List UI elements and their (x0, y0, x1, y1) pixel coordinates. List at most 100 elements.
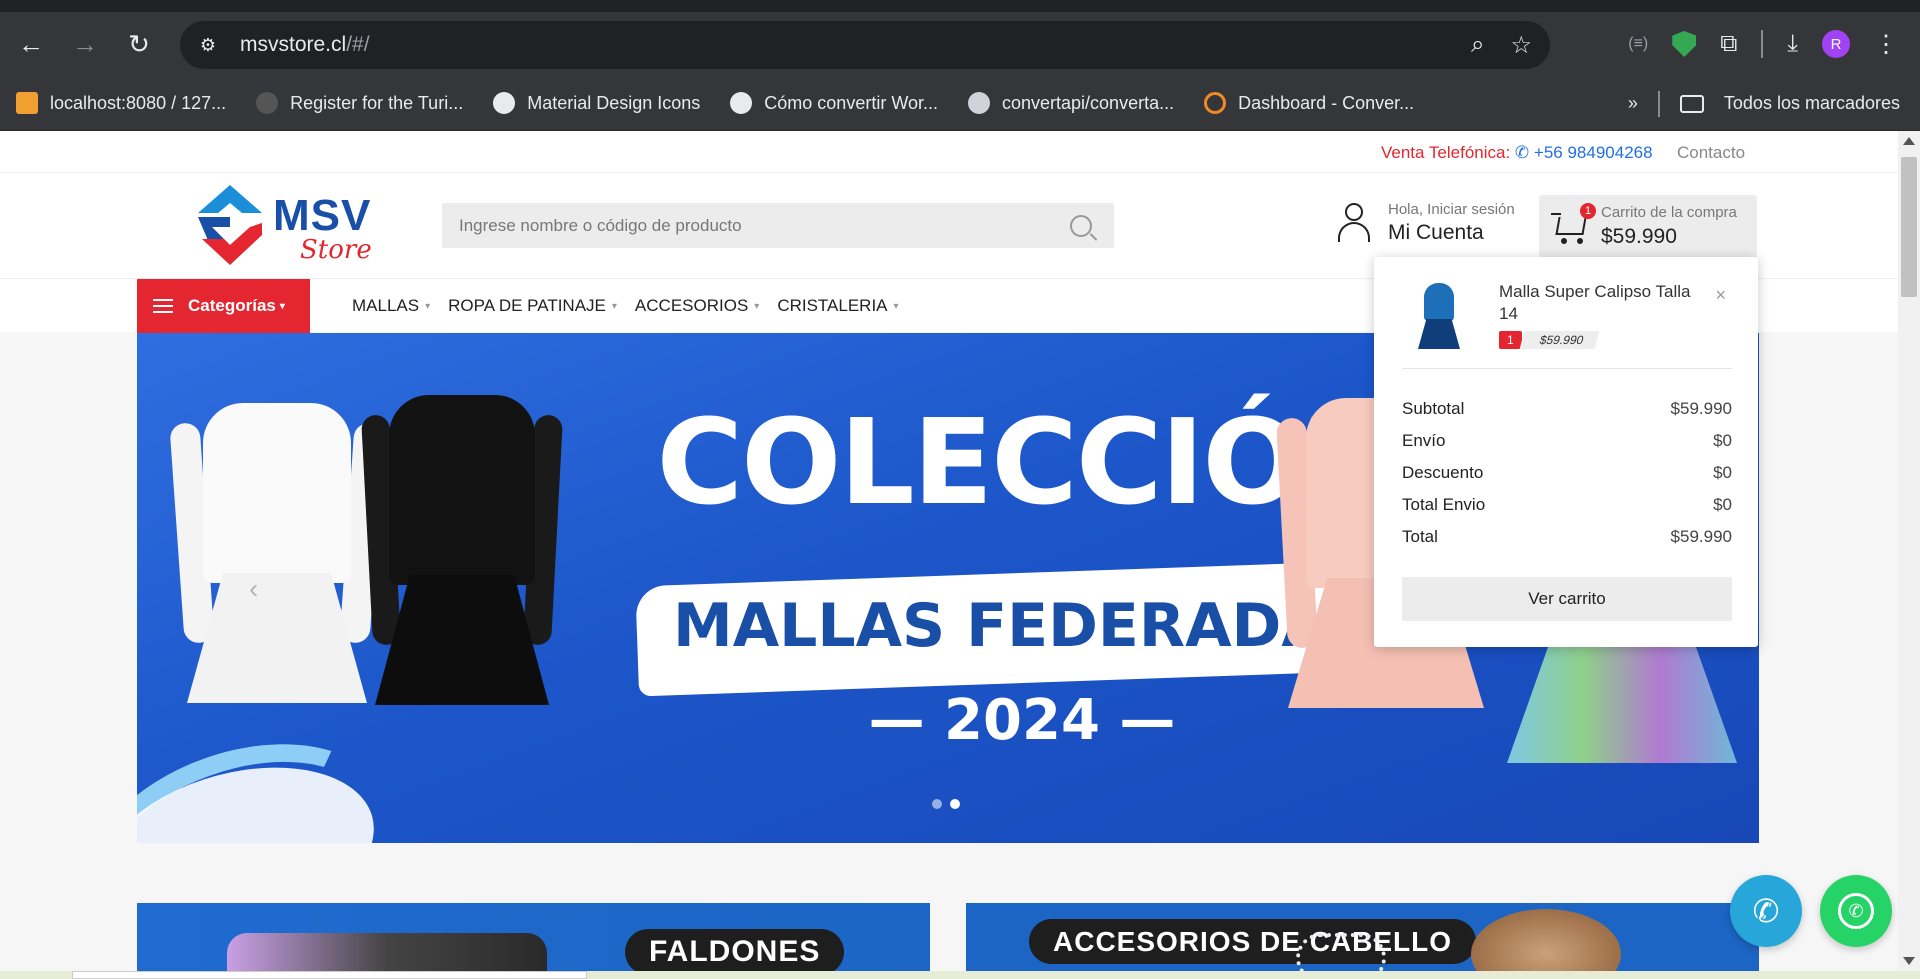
site-settings-icon[interactable]: ⚙ (188, 25, 228, 65)
os-taskbar (0, 971, 1920, 979)
cart-summary: Subtotal $59.990 Envío $0 Descuento $0 Tota… (1402, 393, 1732, 553)
phone-icon: ✆ (1514, 143, 1530, 162)
convertapi-icon (1204, 92, 1227, 114)
summary-row: Subtotal $59.990 (1402, 399, 1732, 418)
bookmark-item[interactable]: localhost:8080 / 127... (16, 92, 226, 114)
back-icon[interactable]: ← (8, 21, 54, 67)
chevron-down-icon: ▾ (425, 300, 431, 312)
extension-bracket-icon[interactable]: (≡) (1628, 35, 1648, 53)
folder-icon (1679, 94, 1704, 113)
site-logo[interactable]: MSV Store (190, 183, 372, 269)
phone-number-link[interactable]: +56 984904268 (1534, 143, 1653, 162)
nav-item-ropa-de-patinaje[interactable]: ROPA DE PATINAJE ▾ (448, 296, 617, 316)
cart-label: Carrito de la compra (1601, 204, 1737, 221)
phone-fab-button[interactable]: ✆ (1730, 875, 1802, 947)
white-dress-image (169, 403, 385, 703)
summary-row-total: Total $59.990 (1402, 527, 1732, 546)
globe-icon (493, 92, 516, 114)
view-cart-button[interactable]: Ver carrito (1402, 577, 1732, 621)
cart-item-name[interactable]: Malla Super Calipso Talla 14 (1499, 281, 1709, 325)
black-dress-image (361, 395, 563, 705)
phone-icon: ✆ (1752, 893, 1780, 929)
carousel-prev-icon[interactable]: ‹ (249, 573, 258, 605)
address-bar[interactable]: ⚙ msvstore.cl/#/ ⌕ ☆ (180, 21, 1550, 69)
search-input[interactable]: Ingrese nombre o código de producto (442, 203, 1114, 248)
product-thumbnail[interactable] (1410, 279, 1468, 353)
forward-icon[interactable]: → (62, 21, 108, 67)
cart-item-qty: 1 (1499, 331, 1522, 349)
summary-row: Descuento $0 (1402, 463, 1732, 482)
zoom-icon[interactable]: ⌕ (1471, 31, 1484, 60)
summary-row: Envío $0 (1402, 431, 1732, 450)
profile-avatar[interactable]: R (1822, 30, 1850, 58)
cart-item-price: $59.990 (1519, 331, 1600, 349)
phone-sales: Venta Telefónica: ✆ +56 984904268 (1381, 143, 1653, 162)
chevron-down-icon: ▾ (754, 300, 760, 312)
scrollbar-thumb[interactable] (1901, 157, 1917, 297)
promo-accesorios-label: ACCESORIOS DE CABELLO (1029, 919, 1477, 965)
menu-kebab-icon[interactable]: ⋮ (1874, 30, 1898, 59)
scroll-up-icon[interactable] (1903, 137, 1915, 145)
bookmark-item[interactable]: convertapi/converta... (968, 92, 1174, 114)
cart-item: Malla Super Calipso Talla 14 1 $59.990 × (1402, 279, 1732, 369)
summary-row: Total Envio $0 (1402, 495, 1732, 514)
account-name: Mi Cuenta (1388, 221, 1484, 244)
hamburger-icon (153, 295, 173, 317)
all-bookmarks-button[interactable]: Todos los marcadores (1724, 93, 1900, 114)
taskbar-window[interactable] (72, 971, 587, 979)
nav-item-cristaleria[interactable]: CRISTALERIA ▾ (777, 296, 898, 316)
carousel-dots (932, 799, 960, 809)
phpmyadmin-icon (16, 92, 38, 114)
page-scrollbar[interactable] (1898, 131, 1920, 979)
tab-strip (0, 0, 1920, 12)
github-icon (256, 92, 279, 114)
promo-faldones-label: FALDONES (625, 929, 845, 975)
logo-mark-icon (198, 185, 262, 265)
scroll-down-icon[interactable] (1903, 957, 1915, 965)
search-icon[interactable] (1070, 214, 1092, 237)
banner-subtitle: MALLAS FEDERADAS (673, 591, 1371, 661)
whatsapp-icon: ✆ (1838, 893, 1874, 929)
cart-dropdown: Malla Super Calipso Talla 14 1 $59.990 ×… (1374, 257, 1758, 647)
contact-link[interactable]: Contacto (1677, 143, 1745, 163)
hair-bun-image (1471, 909, 1621, 979)
puzzle-extensions-icon[interactable]: ⧉ (1720, 30, 1737, 58)
carousel-dot[interactable] (932, 799, 942, 809)
account-link[interactable]: Hola, Iniciar sesión Mi Cuenta (1336, 201, 1515, 245)
bug-icon (968, 92, 990, 114)
bookmark-item[interactable]: Cómo convertir Wor... (730, 92, 938, 114)
chevron-down-icon: ▾ (611, 300, 617, 312)
more-bookmarks-icon[interactable]: » (1628, 93, 1638, 114)
cart-button[interactable]: 1 Carrito de la compra $59.990 (1539, 195, 1757, 259)
logo-text: MSV (273, 191, 372, 240)
promo-accesorios-cabello[interactable]: ACCESORIOS DE CABELLO (966, 903, 1759, 979)
nav-item-accesorios[interactable]: ACCESORIOS ▾ (635, 296, 759, 316)
bookmark-star-icon[interactable]: ☆ (1510, 31, 1532, 60)
top-info-bar: Venta Telefónica: ✆ +56 984904268 Contac… (0, 131, 1898, 172)
bookmark-item[interactable]: Register for the Turi... (256, 92, 463, 114)
close-icon[interactable]: × (1715, 285, 1726, 306)
url-text[interactable]: msvstore.cl/#/ (240, 33, 370, 57)
logo-subtext: Store (300, 235, 372, 265)
bookmark-item[interactable]: Material Design Icons (493, 92, 700, 114)
categories-button[interactable]: Categorías ▾ (137, 279, 310, 333)
user-icon (1336, 203, 1372, 243)
carousel-dot-active[interactable] (950, 799, 960, 809)
download-icon[interactable]: ⤓ (1787, 30, 1798, 58)
account-greeting: Hola, Iniciar sesión (1388, 201, 1515, 218)
bookmark-item[interactable]: Dashboard - Conver... (1204, 92, 1414, 114)
nav-item-mallas[interactable]: MALLAS ▾ (352, 296, 430, 316)
browser-chrome: ← → ↻ ⚙ msvstore.cl/#/ ⌕ ☆ (≡) ⧉ ⤓ R ⋮ l… (0, 0, 1920, 131)
shield-extension-icon[interactable] (1672, 31, 1697, 57)
whatsapp-fab-button[interactable]: ✆ (1820, 875, 1892, 947)
cart-count-badge: 1 (1580, 203, 1596, 219)
chevron-down-icon: ▾ (893, 300, 899, 312)
bookmarks-bar: localhost:8080 / 127... Register for the… (0, 76, 1920, 131)
banner-year: — 2024 — (868, 688, 1176, 753)
promo-faldones[interactable]: FALDONES (137, 903, 930, 979)
reload-icon[interactable]: ↻ (116, 21, 162, 67)
multicolor-dress-image (1507, 633, 1737, 763)
cart-amount: $59.990 (1601, 225, 1677, 248)
toolbar-separator (1761, 30, 1764, 58)
bookmarks-separator (1657, 90, 1660, 117)
